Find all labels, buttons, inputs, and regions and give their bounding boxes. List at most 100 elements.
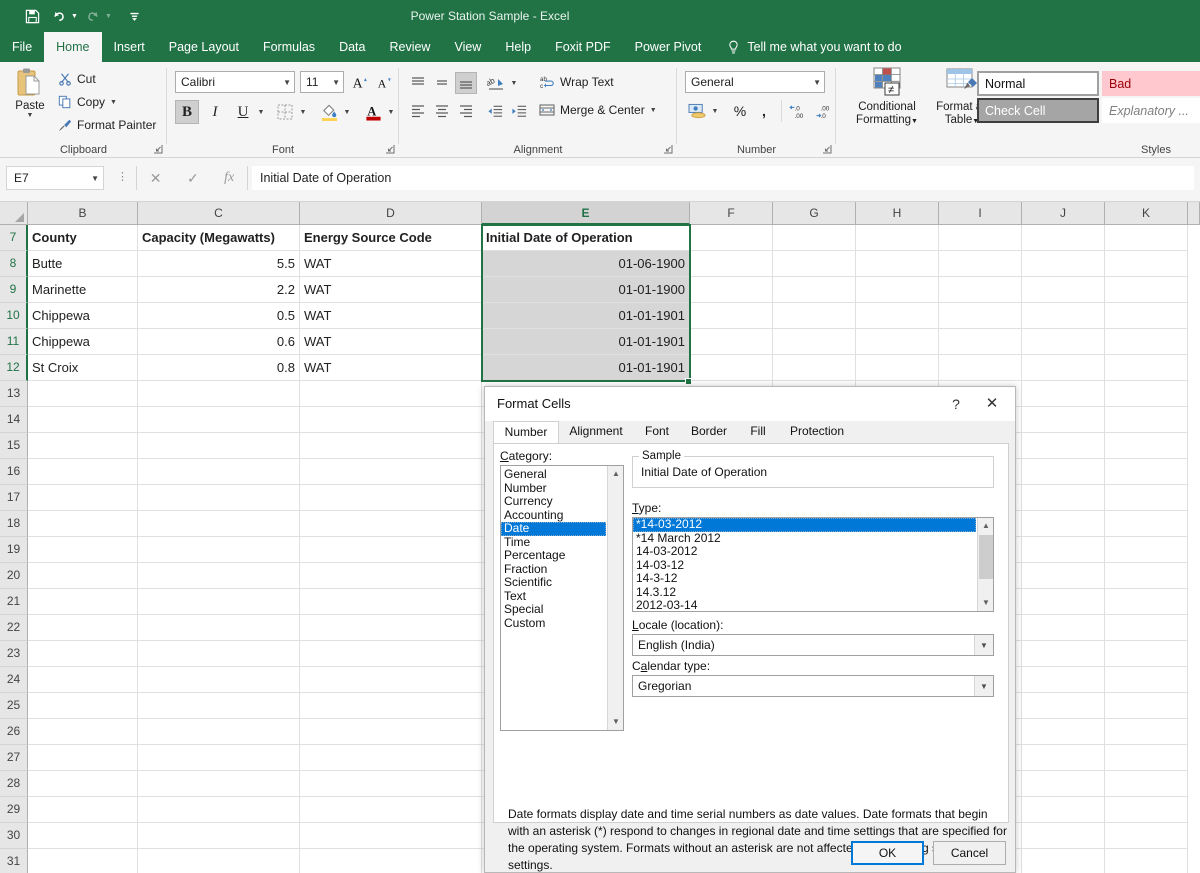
locale-select[interactable]: English (India) ▼ (632, 634, 994, 656)
cell-H9[interactable] (856, 277, 939, 303)
cell-D30[interactable] (300, 823, 482, 849)
cell-I11[interactable] (939, 329, 1022, 355)
increase-decimal-button[interactable]: .0.00 (787, 100, 811, 122)
conditional-formatting-button[interactable]: ≠ Conditional Formatting▼ (850, 67, 924, 128)
cell-J21[interactable] (1022, 589, 1105, 615)
cell-G10[interactable] (773, 303, 856, 329)
cell-C27[interactable] (138, 745, 300, 771)
cell-C8[interactable]: 5.5 (138, 251, 300, 277)
decrease-indent-button[interactable] (484, 100, 506, 122)
ribbon-tab-data[interactable]: Data (327, 32, 377, 62)
cell-C19[interactable] (138, 537, 300, 563)
cell-K16[interactable] (1105, 459, 1188, 485)
cell-C14[interactable] (138, 407, 300, 433)
row-header-12[interactable]: 12 (0, 355, 28, 381)
cell-C7[interactable]: Capacity (Megawatts) (138, 225, 300, 251)
cell-C29[interactable] (138, 797, 300, 823)
row-header-31[interactable]: 31 (0, 849, 28, 873)
cell-E12[interactable]: 01-01-1901 (482, 355, 690, 381)
help-icon[interactable]: ? (945, 394, 967, 414)
cell-K23[interactable] (1105, 641, 1188, 667)
cell-B25[interactable] (28, 693, 138, 719)
cell-H8[interactable] (856, 251, 939, 277)
cell-B13[interactable] (28, 381, 138, 407)
cell-J31[interactable] (1022, 849, 1105, 873)
name-box-dropdown-icon[interactable]: ▼ (91, 174, 99, 183)
merge-center-dropdown-icon[interactable]: ▼ (650, 107, 657, 114)
cell-J30[interactable] (1022, 823, 1105, 849)
cell-style-normal[interactable]: Normal (977, 71, 1099, 96)
cell-B16[interactable] (28, 459, 138, 485)
category-item-percentage[interactable]: Percentage (501, 548, 606, 563)
row-header-30[interactable]: 30 (0, 823, 28, 849)
category-item-general[interactable]: General (501, 467, 606, 482)
cell-J28[interactable] (1022, 771, 1105, 797)
cell-D28[interactable] (300, 771, 482, 797)
cell-H12[interactable] (856, 355, 939, 381)
row-header-27[interactable]: 27 (0, 745, 28, 771)
tab-alignment[interactable]: Alignment (559, 421, 633, 443)
cell-E8[interactable]: 01-06-1900 (482, 251, 690, 277)
cell-style-bad[interactable]: Bad (1102, 71, 1200, 96)
cell-K15[interactable] (1105, 433, 1188, 459)
accounting-format-dropdown-icon[interactable]: ▼ (709, 100, 721, 122)
cell-D15[interactable] (300, 433, 482, 459)
row-header-21[interactable]: 21 (0, 589, 28, 615)
row-header-20[interactable]: 20 (0, 563, 28, 589)
cell-C9[interactable]: 2.2 (138, 277, 300, 303)
cell-J20[interactable] (1022, 563, 1105, 589)
row-header-16[interactable]: 16 (0, 459, 28, 485)
cell-C30[interactable] (138, 823, 300, 849)
fill-color-button[interactable] (317, 100, 341, 124)
row-header-9[interactable]: 9 (0, 277, 28, 303)
underline-dropdown-icon[interactable]: ▼ (255, 100, 267, 124)
cell-D25[interactable] (300, 693, 482, 719)
cell-G7[interactable] (773, 225, 856, 251)
cell-J17[interactable] (1022, 485, 1105, 511)
row-header-10[interactable]: 10 (0, 303, 28, 329)
number-format-combo[interactable]: General ▼ (685, 71, 825, 93)
column-header-C[interactable]: C (138, 202, 300, 225)
align-right-button[interactable] (455, 100, 477, 122)
cell-B9[interactable]: Marinette (28, 277, 138, 303)
cell-B22[interactable] (28, 615, 138, 641)
row-header-22[interactable]: 22 (0, 615, 28, 641)
cell-B24[interactable] (28, 667, 138, 693)
column-header-D[interactable]: D (300, 202, 482, 225)
cell-D23[interactable] (300, 641, 482, 667)
cell-B29[interactable] (28, 797, 138, 823)
font-size-dropdown-icon[interactable]: ▼ (329, 78, 340, 87)
type-scroll-thumb[interactable] (979, 535, 993, 579)
close-icon[interactable]: ✕ (979, 394, 1005, 414)
cell-D26[interactable] (300, 719, 482, 745)
cell-J10[interactable] (1022, 303, 1105, 329)
decrease-decimal-button[interactable]: .00.0 (813, 100, 837, 122)
cell-B11[interactable]: Chippewa (28, 329, 138, 355)
cell-J26[interactable] (1022, 719, 1105, 745)
column-header-H[interactable]: H (856, 202, 939, 225)
cell-K10[interactable] (1105, 303, 1188, 329)
cell-J13[interactable] (1022, 381, 1105, 407)
cell-J24[interactable] (1022, 667, 1105, 693)
cell-F8[interactable] (690, 251, 773, 277)
cell-C24[interactable] (138, 667, 300, 693)
type-listbox[interactable]: *14-03-2012 *14 March 2012 14-03-2012 14-03… (632, 517, 994, 612)
cell-H7[interactable] (856, 225, 939, 251)
font-dialog-launcher[interactable] (385, 144, 396, 155)
type-item-6[interactable]: 2012-03-14 (633, 598, 976, 611)
row-header-8[interactable]: 8 (0, 251, 28, 277)
category-item-accounting[interactable]: Accounting (501, 508, 606, 523)
row-header-14[interactable]: 14 (0, 407, 28, 433)
category-item-fraction[interactable]: Fraction (501, 562, 606, 577)
tell-me-box[interactable]: Tell me what you want to do (713, 32, 902, 62)
align-middle-button[interactable] (431, 72, 453, 94)
comma-style-button[interactable]: , (753, 100, 775, 122)
ribbon-tab-insert[interactable]: Insert (102, 32, 157, 62)
type-scrollbar[interactable]: ▲ ▼ (977, 518, 993, 611)
category-item-number[interactable]: Number (501, 481, 606, 496)
cell-H10[interactable] (856, 303, 939, 329)
category-scrollbar[interactable]: ▲ ▼ (607, 466, 623, 730)
cell-K26[interactable] (1105, 719, 1188, 745)
calendar-type-dropdown-icon[interactable]: ▼ (974, 676, 993, 696)
ribbon-tab-review[interactable]: Review (377, 32, 442, 62)
